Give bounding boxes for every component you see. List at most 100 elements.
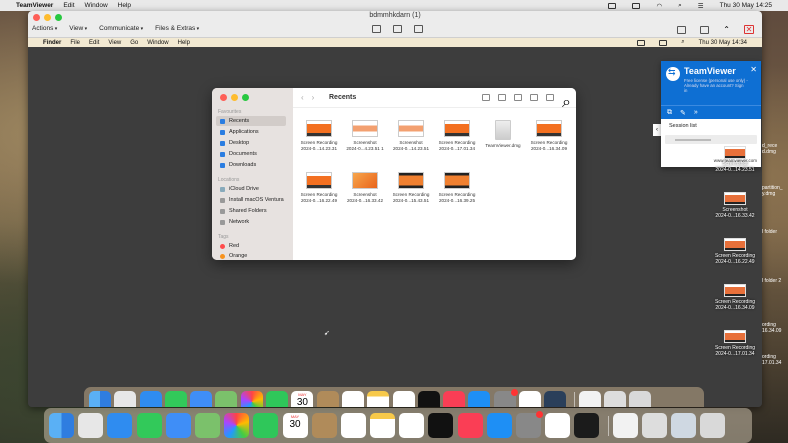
communicate-menu[interactable]: Communicate [99,25,143,32]
wifi-icon[interactable]: ◠ [656,2,662,10]
file-item[interactable]: Screen Recording 2024-0...14.23.31 [296,120,342,152]
more-icon[interactable] [546,94,554,101]
file-item[interactable]: Screenshot 2024-0...14.23.51 [388,120,434,152]
file-item[interactable]: TeamViewer.dmg [480,120,526,149]
freeform-icon[interactable] [399,413,425,438]
host-desktop-label[interactable]: 17.01.34 [762,360,781,366]
remote-battery-icon[interactable] [659,39,668,46]
host-menu-app[interactable]: TeamViewer [16,2,53,9]
chevron-up-icon[interactable]: ⌃ [723,25,730,34]
appstore-icon[interactable] [486,413,512,438]
safari-icon[interactable] [107,413,133,438]
activity-monitor-icon[interactable] [574,413,600,438]
photos-icon[interactable] [224,413,250,438]
expand-icon[interactable]: » [694,109,698,116]
remote-update-icon[interactable] [414,25,423,33]
finder-minimize-button[interactable] [231,94,238,101]
license-message[interactable]: Free license (personal use only) - Alrea… [684,78,748,93]
end-session-icon[interactable]: ✕ [744,25,754,34]
host-desktop-label[interactable]: d.dmg [762,149,776,155]
battery-icon[interactable] [632,2,641,9]
music-icon[interactable] [443,391,466,407]
teamviewer-status-icon[interactable] [608,2,617,9]
reminders-icon[interactable] [341,391,364,407]
fullscreen-icon[interactable] [700,25,710,34]
desktop-file[interactable]: Screen Recording 2024-0...16.22.49 [709,238,761,265]
messages-icon[interactable] [164,391,187,407]
search-icon[interactable]: ⌕ [678,2,682,10]
file-item[interactable]: Screen Recording 2024-0...17.01.34 [434,120,480,152]
file-item[interactable]: Screenshot 2024-0...16.33.42 [342,172,388,204]
forward-icon[interactable]: › [312,93,323,102]
copy-icon[interactable]: ⧉ [667,109,672,117]
sidebar-item-desktop[interactable]: Desktop [216,138,286,148]
finder-zoom-button[interactable] [242,94,249,101]
mail-icon[interactable] [165,413,191,438]
chat-icon[interactable] [677,25,687,34]
tag-icon[interactable] [530,94,538,101]
remote-menu-window[interactable]: Window [147,40,168,46]
host-desktop-label[interactable]: l folder [762,229,777,235]
trash-icon[interactable] [700,413,726,438]
teamviewer-icon[interactable] [545,413,571,438]
appstore-icon[interactable] [468,391,491,407]
remote-menu-help[interactable]: Help [178,40,190,46]
sidebar-item-shared-folders[interactable]: Shared Folders [216,206,286,216]
mail-icon[interactable] [190,391,213,407]
host-desktop-label[interactable]: l folder 2 [762,278,781,284]
tv-icon[interactable] [417,391,440,407]
facetime-icon[interactable] [253,413,279,438]
sidebar-item-icloud[interactable]: iCloud Drive [216,184,286,194]
sidebar-item-recents[interactable]: Recents [216,116,286,126]
finder-icon[interactable] [49,413,74,438]
freeform-icon[interactable] [392,391,415,407]
sidebar-item-downloads[interactable]: Downloads [216,160,286,170]
file-transfer-icon[interactable] [393,25,402,33]
group-icon[interactable] [498,94,506,101]
host-clock[interactable]: Thu 30 May 14:25 [720,2,772,9]
host-desktop-label[interactable]: y.dmg [762,191,775,197]
settings-icon[interactable] [516,411,543,438]
maps-icon[interactable] [194,413,220,438]
trash-icon[interactable] [629,391,652,407]
sidebar-tag-red[interactable]: Red [216,241,286,251]
notes-icon[interactable] [370,413,396,438]
maps-icon[interactable] [215,391,238,407]
calendar-icon[interactable]: MAY 30 [282,413,308,438]
files-extras-menu[interactable]: Files & Extras [155,25,199,32]
view-menu[interactable]: View [69,25,87,32]
launchpad-icon[interactable] [114,391,137,407]
contacts-icon[interactable] [316,391,339,407]
document-icon[interactable] [612,413,638,438]
file-item[interactable]: Screen Recording 2024-0...16.34.09 [526,120,572,152]
contacts-icon[interactable] [311,413,337,438]
remote-menu-finder[interactable]: Finder [43,40,61,46]
file-item[interactable]: Screen Recording 2024-0...16.22.49 [296,172,342,204]
remote-screen[interactable]: Finder File Edit View Go Window Help ⌕ T… [28,38,762,407]
teamviewer-icon[interactable] [519,391,542,407]
desktop-file[interactable]: Screen Recording 2024-0...16.34.09 [709,284,761,311]
screenshot-icon[interactable] [603,391,626,407]
finder-close-button[interactable] [220,94,227,101]
calendar-icon[interactable]: MAY 30 [291,391,314,407]
reminders-icon[interactable] [340,413,366,438]
grid-view-icon[interactable] [482,94,490,101]
music-icon[interactable] [457,413,483,438]
quicktime-icon[interactable] [544,391,567,407]
file-item[interactable]: Screenshot 2024-0...4.23.51 1 [342,120,388,152]
search-icon[interactable]: ⌕ [562,94,571,111]
remote-menu-go[interactable]: Go [130,40,138,46]
actions-menu[interactable]: Actions [32,25,57,32]
remote-menu-view[interactable]: View [108,40,121,46]
remote-menu-file[interactable]: File [70,40,80,46]
remote-menu-edit[interactable]: Edit [89,40,99,46]
tv-icon[interactable] [428,413,454,438]
screenshot-icon[interactable] [641,413,667,438]
safari-icon[interactable] [139,391,162,407]
desktop-file[interactable]: Screenshot 2024-0...14.23.51 [709,146,761,173]
facetime-icon[interactable] [266,391,289,407]
desktop-file[interactable]: Screenshot 2024-0...16.33.42 [709,192,761,219]
file-item[interactable]: Screen Recording 2024-0...15.43.51 [388,172,434,204]
sidebar-item-network[interactable]: Network [216,217,286,227]
close-icon[interactable]: ✕ [750,65,757,74]
